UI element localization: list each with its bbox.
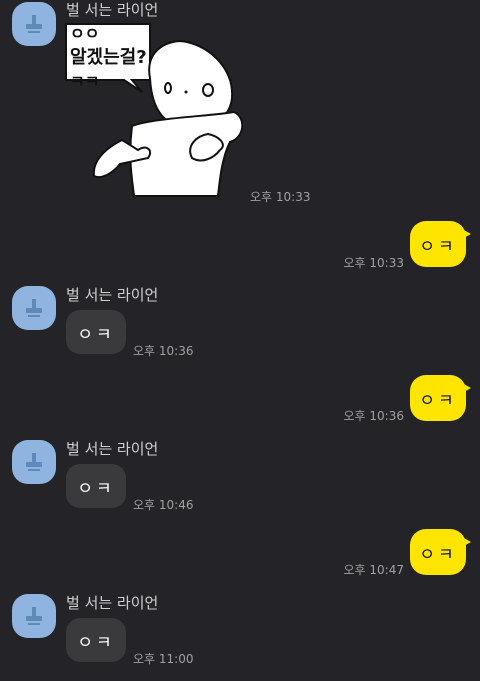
avatar[interactable] xyxy=(12,440,56,484)
ryan-sticker[interactable]: ㅇㅇ 알겠는걸? ㅋㅋ xyxy=(62,18,252,198)
avatar[interactable] xyxy=(12,286,56,330)
message-time: 오후 10:36 xyxy=(343,409,404,423)
incoming-message-bubble[interactable]: ㅇㅋ xyxy=(66,464,126,508)
avatar[interactable] xyxy=(12,594,56,638)
message-time: 오후 10:33 xyxy=(343,256,404,270)
sender-name: 벌 서는 라이언 xyxy=(66,440,159,458)
message-time: 오후 10:36 xyxy=(133,344,194,358)
message-time: 오후 10:46 xyxy=(133,498,194,512)
sticker-text-line3: ㅋㅋ xyxy=(70,72,100,91)
ghost-sticker-icon xyxy=(65,23,244,197)
sender-name: 벌 서는 라이언 xyxy=(66,1,159,19)
sender-name: 벌 서는 라이언 xyxy=(66,594,159,612)
outgoing-message-bubble[interactable]: ㅇㅋ xyxy=(410,221,471,267)
default-profile-icon xyxy=(26,607,42,625)
message-time: 오후 10:33 xyxy=(250,190,311,204)
incoming-message-bubble[interactable]: ㅇㅋ xyxy=(66,618,126,662)
default-profile-icon xyxy=(26,15,42,33)
sticker-text-line2: 알겠는걸? xyxy=(70,47,147,68)
outgoing-message-bubble[interactable]: ㅇㅋ xyxy=(410,529,471,575)
default-profile-icon xyxy=(26,299,42,317)
incoming-message-bubble[interactable]: ㅇㅋ xyxy=(66,310,126,354)
sticker-text-line1: ㅇㅇ xyxy=(70,24,100,43)
message-time: 오후 10:47 xyxy=(343,563,404,577)
outgoing-message-bubble[interactable]: ㅇㅋ xyxy=(410,375,471,421)
sender-name: 벌 서는 라이언 xyxy=(66,286,159,304)
default-profile-icon xyxy=(26,453,42,471)
avatar[interactable] xyxy=(12,2,56,46)
message-time: 오후 11:00 xyxy=(133,652,194,666)
